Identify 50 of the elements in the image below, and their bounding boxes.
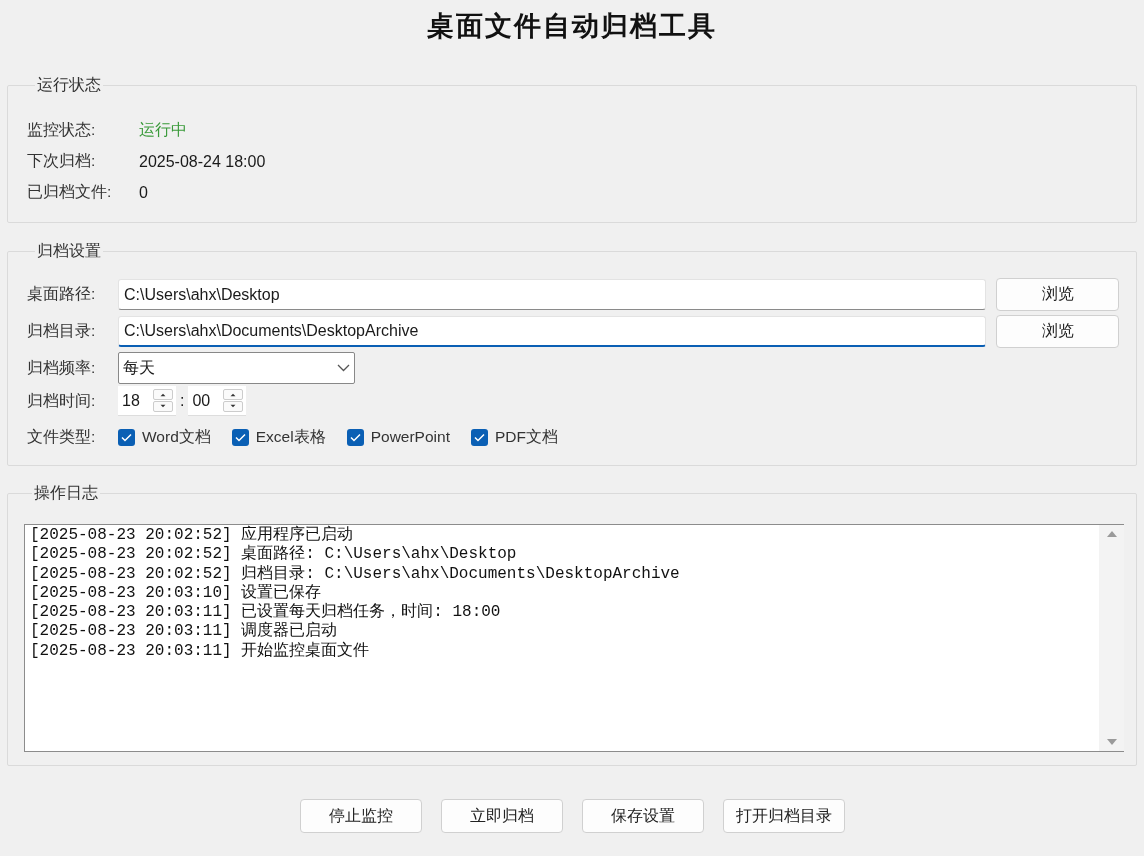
log-line: [2025-08-23 20:02:52] 桌面路径: C:\Users\ahx\Desktop xyxy=(30,545,518,565)
action-button[interactable]: 保存设置 xyxy=(581,799,704,833)
group-label: 归档设置 xyxy=(37,242,101,259)
browse-button[interactable]: 浏览 xyxy=(996,278,1119,311)
group-label: 运行状态 xyxy=(37,76,101,93)
file-type-checkbox[interactable]: Word文档 xyxy=(118,426,211,448)
log-line: [2025-08-23 20:02:52] 应用程序已启动 xyxy=(30,526,355,544)
log-line: [2025-08-23 20:03:11] 调度器已启动 xyxy=(30,622,339,641)
field-label: 下次归档: xyxy=(27,151,97,171)
window-title: 桌面文件自动归档工具 xyxy=(426,10,718,43)
log-line: [2025-08-23 20:02:52] 归档目录: C:\Users\ahx\Documents\DesktopArchive xyxy=(30,564,681,584)
log-line: [2025-08-23 20:03:10] 设置已保存 xyxy=(30,583,323,603)
checkbox-icon[interactable] xyxy=(231,428,249,446)
checkbox-icon[interactable] xyxy=(346,428,364,446)
file-type-checkbox[interactable]: Excel表格 xyxy=(231,426,326,448)
field-label: 归档目录: xyxy=(27,321,97,341)
arrow-down-icon[interactable] xyxy=(223,401,244,412)
log-line: [2025-08-23 20:03:11] 开始监控桌面文件 xyxy=(30,641,371,662)
scroll-down-icon[interactable] xyxy=(1106,738,1117,746)
group-label: 操作日志 xyxy=(34,484,98,501)
file-type-checkbox[interactable]: PowerPoint xyxy=(346,428,450,446)
path-field[interactable]: C:\Users\ahx\Desktop xyxy=(118,279,986,310)
frequency-dropdown[interactable]: 每天 xyxy=(118,352,355,384)
arrow-up-icon[interactable] xyxy=(153,389,173,400)
log-line: [2025-08-23 20:03:11] 已设置每天归档任务，时间: 18:00 xyxy=(30,603,502,622)
time-spinbox[interactable]: 00 xyxy=(188,386,247,416)
checkbox-icon[interactable] xyxy=(470,428,488,446)
time-separator: : xyxy=(180,392,185,410)
chevron-down-icon xyxy=(337,364,350,372)
time-spinbox[interactable]: 18 xyxy=(118,386,176,416)
arrow-up-icon[interactable] xyxy=(223,389,244,400)
field-label: 文件类型: xyxy=(27,426,97,447)
field-label: 归档时间: xyxy=(27,390,97,411)
field-label: 已归档文件: xyxy=(27,182,113,202)
field-label: 归档频率: xyxy=(27,357,97,378)
arrow-down-icon[interactable] xyxy=(153,401,173,412)
file-type-checkbox[interactable]: PDF文档 xyxy=(470,426,558,448)
field-label: 桌面路径: xyxy=(27,284,97,304)
field-value: 2025-08-24 18:00 xyxy=(139,152,266,171)
checkbox-icon[interactable] xyxy=(118,428,135,446)
action-button[interactable]: 立即归档 xyxy=(440,799,563,833)
action-button[interactable]: 停止监控 xyxy=(299,799,422,833)
scroll-bar[interactable] xyxy=(1099,525,1124,751)
action-button[interactable]: 打开归档目录 xyxy=(722,799,845,833)
status-value: 运行中 xyxy=(139,120,187,140)
field-label: 监控状态: xyxy=(27,120,97,140)
path-field[interactable]: C:\Users\ahx\Documents\DesktopArchive xyxy=(118,316,986,347)
field-value: 0 xyxy=(139,183,148,202)
scroll-up-icon[interactable] xyxy=(1106,530,1117,538)
browse-button[interactable]: 浏览 xyxy=(996,315,1119,348)
